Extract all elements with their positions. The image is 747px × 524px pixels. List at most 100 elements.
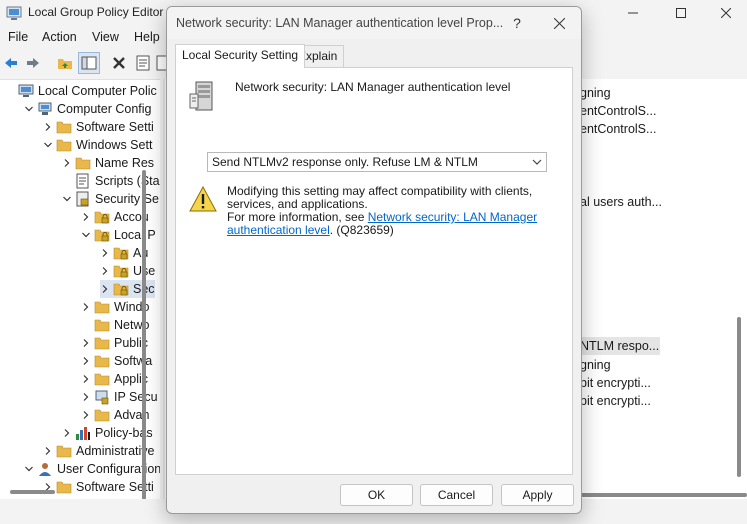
tree-item[interactable]: Local Computer Polic — [5, 82, 157, 100]
maximize-icon — [676, 8, 686, 18]
tree-expander[interactable] — [43, 446, 53, 456]
chevron-right-icon[interactable] — [81, 338, 91, 348]
tree-expander[interactable] — [62, 428, 72, 438]
policy-list-item[interactable]: entControlS... — [580, 102, 656, 120]
menu-action[interactable]: Action — [42, 30, 77, 44]
chevron-right-icon[interactable] — [100, 248, 110, 258]
tree-expander[interactable] — [81, 410, 91, 420]
user-config-icon — [39, 463, 51, 476]
menu-help[interactable]: Help — [134, 30, 160, 44]
chevron-down-icon[interactable] — [43, 140, 53, 150]
tree-item[interactable]: Administrative — [43, 442, 155, 460]
tree-expander[interactable] — [24, 104, 34, 114]
tree-expander[interactable] — [81, 374, 91, 384]
chevron-down-icon[interactable] — [81, 230, 91, 240]
tree-expander[interactable] — [43, 140, 53, 150]
chart-icon — [76, 427, 90, 440]
chevron-right-icon[interactable] — [62, 158, 72, 168]
policy-list-item[interactable]: bit encrypti... — [580, 392, 651, 410]
policy-list-item[interactable]: NTLM respo... — [580, 337, 660, 356]
tree-expander[interactable] — [43, 122, 53, 132]
tree-item[interactable]: Policy-bas — [62, 424, 153, 442]
cancel-button[interactable]: Cancel — [420, 484, 493, 506]
chevron-right-icon[interactable] — [62, 428, 72, 438]
chevron-right-icon[interactable] — [81, 302, 91, 312]
tree-item[interactable]: User Configuration — [24, 460, 160, 478]
tree-item[interactable]: Advan — [81, 406, 149, 424]
chevron-right-icon[interactable] — [81, 356, 91, 366]
chevron-right-icon[interactable] — [81, 374, 91, 384]
close-window-button[interactable] — [703, 0, 747, 26]
policy-list-item[interactable]: gning — [580, 84, 611, 102]
tree-item[interactable]: Software Setti — [43, 118, 154, 136]
dialog-close-button[interactable] — [549, 13, 569, 33]
authentication-level-dropdown[interactable]: Send NTLMv2 response only. Refuse LM & N… — [207, 152, 547, 172]
tree-item[interactable]: Applic — [81, 370, 148, 388]
chevron-down-icon[interactable] — [24, 104, 34, 114]
tree-expander[interactable] — [100, 248, 110, 258]
tree-item[interactable]: Windo — [81, 298, 149, 316]
tree-expander[interactable] — [81, 338, 91, 348]
warning-message: Modifying this setting may affect compat… — [227, 184, 533, 211]
chevron-down-icon — [532, 159, 542, 165]
tree-item[interactable]: Public — [81, 334, 148, 352]
forward-arrow-icon — [27, 58, 39, 68]
policy-list-item[interactable]: gning — [580, 356, 611, 374]
minimize-button[interactable] — [610, 0, 656, 26]
tree-expander[interactable] — [81, 230, 91, 240]
chevron-right-icon[interactable] — [100, 284, 110, 294]
tree-item-label: Name Res — [95, 156, 155, 170]
tree-item[interactable]: Accou — [81, 208, 149, 226]
chevron-right-icon[interactable] — [100, 266, 110, 276]
back-button[interactable] — [0, 52, 22, 74]
policy-list-item[interactable]: bit encrypti... — [580, 374, 651, 392]
tree-expander[interactable] — [81, 392, 91, 402]
tree-expander[interactable] — [24, 464, 34, 474]
compatibility-warning: Modifying this setting may affect compat… — [227, 185, 557, 237]
show-hide-tree-button[interactable] — [78, 52, 100, 74]
chevron-right-icon[interactable] — [43, 446, 53, 456]
folder-icon — [94, 301, 110, 314]
tree-expander[interactable] — [81, 212, 91, 222]
properties-button[interactable] — [132, 52, 154, 74]
chevron-right-icon[interactable] — [81, 212, 91, 222]
chevron-right-icon[interactable] — [81, 410, 91, 420]
tree-item[interactable]: IP Secu — [81, 388, 158, 406]
more-info-prefix: For more information, see — [227, 210, 368, 224]
policy-list-item[interactable]: al users auth... — [580, 193, 662, 211]
chevron-right-icon[interactable] — [43, 122, 53, 132]
tree-expander[interactable] — [62, 158, 72, 168]
chevron-down-icon[interactable] — [24, 464, 34, 474]
tree-item[interactable]: Use — [100, 262, 155, 280]
policy-name: Network security: LAN Manager authentica… — [235, 80, 511, 94]
tree-vertical-scrollbar[interactable] — [142, 170, 146, 499]
tree-expander[interactable] — [81, 356, 91, 366]
tree-expander[interactable] — [100, 266, 110, 276]
tree-horizontal-scrollbar[interactable] — [10, 490, 55, 494]
properties-icon — [136, 55, 150, 71]
tree-item[interactable]: Netwo — [81, 316, 149, 334]
apply-button[interactable]: Apply — [501, 484, 574, 506]
tree-expander[interactable] — [62, 194, 72, 204]
menu-view[interactable]: View — [92, 30, 119, 44]
maximize-button[interactable] — [658, 0, 704, 26]
tree-expander[interactable] — [100, 284, 110, 294]
details-vertical-scrollbar[interactable] — [737, 317, 741, 477]
chevron-down-icon[interactable] — [62, 194, 72, 204]
dialog-help-button[interactable]: ? — [507, 13, 527, 33]
tree-item[interactable]: Windows Sett — [43, 136, 152, 154]
forward-button[interactable] — [22, 52, 44, 74]
policy-list-item[interactable]: entControlS... — [580, 120, 656, 138]
tree-item[interactable]: Sec — [100, 280, 155, 298]
tree-item[interactable]: Computer Config — [24, 100, 152, 118]
tree-item[interactable]: Software Setti — [43, 478, 154, 496]
tree-expander[interactable] — [81, 302, 91, 312]
tree-item[interactable]: Name Res — [62, 154, 154, 172]
folder-icon — [94, 319, 110, 332]
ok-button[interactable]: OK — [340, 484, 413, 506]
tab-local-security-setting[interactable]: Local Security Setting — [175, 44, 306, 68]
delete-button[interactable] — [108, 52, 130, 74]
up-folder-button[interactable] — [54, 52, 76, 74]
chevron-right-icon[interactable] — [81, 392, 91, 402]
menu-file[interactable]: File — [8, 30, 28, 44]
